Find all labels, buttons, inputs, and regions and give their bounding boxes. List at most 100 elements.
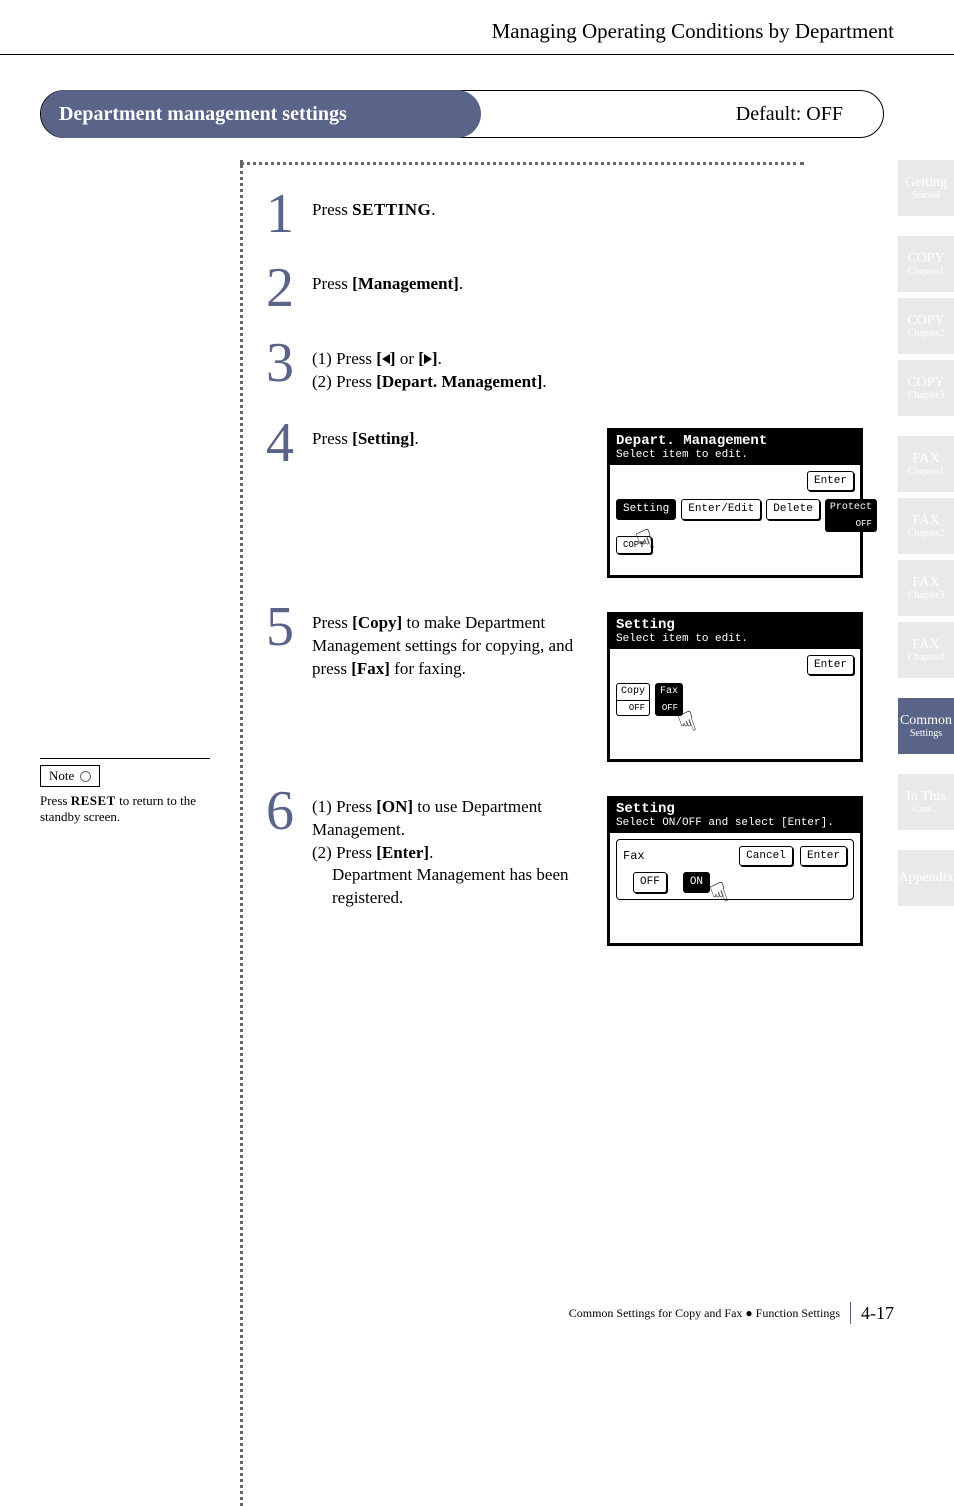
text: .: [429, 843, 433, 862]
tab-l2: Chapter1: [908, 466, 945, 477]
tab-fax1: FAXChapter1: [898, 436, 954, 492]
step-4: 4 Press [Setting]. Depart. Management Se…: [260, 418, 884, 578]
tab-getting-started: GettingStarted: [898, 160, 954, 216]
lcd-btn-label: Protect: [825, 499, 877, 517]
lcd-body: Enter CopyOFF FaxOFF ☟: [610, 649, 860, 759]
text: Department Management has been registere…: [312, 864, 587, 910]
text: Press: [40, 793, 71, 808]
lcd-subtitle: Select item to edit.: [616, 633, 854, 646]
text: Press: [312, 429, 352, 448]
section-title: Department management settings: [41, 90, 481, 138]
tab-l1: Appendix: [898, 870, 953, 885]
tab-l1: COPY: [907, 251, 944, 266]
keyword: [ON]: [376, 797, 413, 816]
lcd-fax-button[interactable]: FaxOFF: [655, 683, 683, 716]
keyword: SETTING: [352, 200, 431, 219]
lcd-title: Setting: [616, 617, 854, 634]
tab-fax4: FAXChapter4: [898, 622, 954, 678]
step-text: Press [Copy] to make Department Manageme…: [312, 612, 587, 762]
tab-l1: In This: [906, 789, 946, 804]
tab-l2: Started: [912, 190, 940, 201]
step-6: 6 (1) Press [ON] to use Department Manag…: [260, 786, 884, 946]
lcd-setting-button[interactable]: Setting: [616, 499, 676, 520]
page-header: Managing Operating Conditions by Departm…: [0, 0, 954, 55]
lcd-title: Setting: [616, 801, 854, 818]
tab-l2: Case...: [913, 804, 940, 815]
note-body: Press RESET to return to the standby scr…: [40, 793, 210, 825]
lcd-enter-button[interactable]: Enter: [800, 846, 847, 867]
lcd-fax-label: Fax: [623, 848, 645, 864]
note-text: Note: [49, 768, 74, 784]
lcd-delete-button[interactable]: Delete: [766, 499, 820, 520]
tab-l2: Chapter4: [908, 652, 945, 663]
header-title: Managing Operating Conditions by Departm…: [492, 19, 894, 44]
tab-l1: FAX: [913, 637, 940, 652]
tab-l1: FAX: [913, 513, 940, 528]
tab-l1: FAX: [913, 451, 940, 466]
dotted-line-horizontal: [240, 162, 804, 165]
note-label: Note: [40, 765, 100, 787]
text: .: [414, 429, 418, 448]
tab-l1: Common: [900, 713, 952, 728]
lcd-copy-button[interactable]: COPY: [616, 536, 652, 554]
lcd-depart-management: Depart. Management Select item to edit. …: [607, 428, 863, 578]
keyword: RESET: [71, 793, 116, 808]
footer-separator: [850, 1302, 851, 1324]
step-body: Press [Setting]. Depart. Management Sele…: [312, 418, 884, 578]
lcd-setting: Setting Select item to edit. Enter CopyO…: [607, 612, 863, 762]
left-arrow-icon: [382, 354, 390, 364]
step-number: 1: [260, 189, 300, 239]
lcd-title: Depart. Management: [616, 433, 854, 450]
text: Press: [312, 274, 352, 293]
lcd-btn-sub: OFF: [616, 701, 650, 716]
footer: Common Settings for Copy and Fax ● Funct…: [569, 1302, 894, 1324]
lcd-body: Fax Cancel Enter OFF ON ☟: [610, 833, 860, 943]
page-number: 4-17: [861, 1303, 894, 1324]
keyword: [Fax]: [351, 659, 390, 678]
tab-l2: Chapter2: [908, 328, 945, 339]
tab-common-settings: CommonSettings: [898, 698, 954, 754]
step-text: Press [Setting].: [312, 428, 587, 578]
step-5: 5 Press [Copy] to make Department Manage…: [260, 602, 884, 762]
right-arrow-icon: [424, 354, 432, 364]
lcd-off-button[interactable]: OFF: [633, 872, 667, 893]
section-default: Default: OFF: [736, 103, 863, 126]
text: Press: [312, 200, 352, 219]
lcd-on-button[interactable]: ON: [683, 872, 710, 893]
keyword: [Depart. Management]: [376, 372, 542, 391]
note: Note Press RESET to return to the standb…: [40, 758, 210, 825]
step-number: 3: [260, 338, 300, 388]
lcd-enter-button[interactable]: Enter: [807, 655, 854, 676]
keyword: [Setting]: [352, 429, 414, 448]
step-number: 2: [260, 263, 300, 313]
tab-l2: Chapter2: [908, 528, 945, 539]
step-3: 3 (1) Press [] or []. (2) Press [Depart.…: [260, 338, 884, 394]
tab-l1: FAX: [913, 575, 940, 590]
lcd-cancel-button[interactable]: Cancel: [739, 846, 793, 867]
lcd-protect-button[interactable]: ProtectOFF: [825, 499, 877, 532]
lcd-btn-sub: OFF: [825, 517, 877, 532]
tab-l1: COPY: [907, 375, 944, 390]
tab-in-this-case: In ThisCase...: [898, 774, 954, 830]
lcd-enter-button[interactable]: Enter: [807, 471, 854, 492]
tab-l2: Settings: [910, 728, 942, 739]
lcd-setting-onoff: Setting Select ON/OFF and select [Enter]…: [607, 796, 863, 946]
lcd-body: Enter Setting Enter/Edit Delete ProtectO…: [610, 465, 860, 575]
keyword: [Copy]: [352, 613, 402, 632]
step-1: 1 Press SETTING.: [260, 189, 884, 239]
lcd-header: Depart. Management Select item to edit.: [610, 431, 860, 465]
text: .: [431, 200, 435, 219]
step-text: (1) Press [ON] to use Department Managem…: [312, 796, 587, 946]
lcd-enter-edit-button[interactable]: Enter/Edit: [681, 499, 761, 520]
text: (2) Press: [312, 843, 376, 862]
lcd-copy-button[interactable]: CopyOFF: [616, 683, 650, 716]
text: .: [542, 372, 546, 391]
tab-l2: Chapter3: [908, 390, 945, 401]
tab-fax3: FAXChapter3: [898, 560, 954, 616]
section-pill: Department management settings Default: …: [40, 90, 884, 138]
tab-l2: Chapter3: [908, 590, 945, 601]
step-body: Press [Management].: [312, 263, 884, 296]
tab-copy2: COPYChapter2: [898, 298, 954, 354]
text: Press: [312, 613, 352, 632]
step-body: (1) Press [] or []. (2) Press [Depart. M…: [312, 338, 884, 394]
